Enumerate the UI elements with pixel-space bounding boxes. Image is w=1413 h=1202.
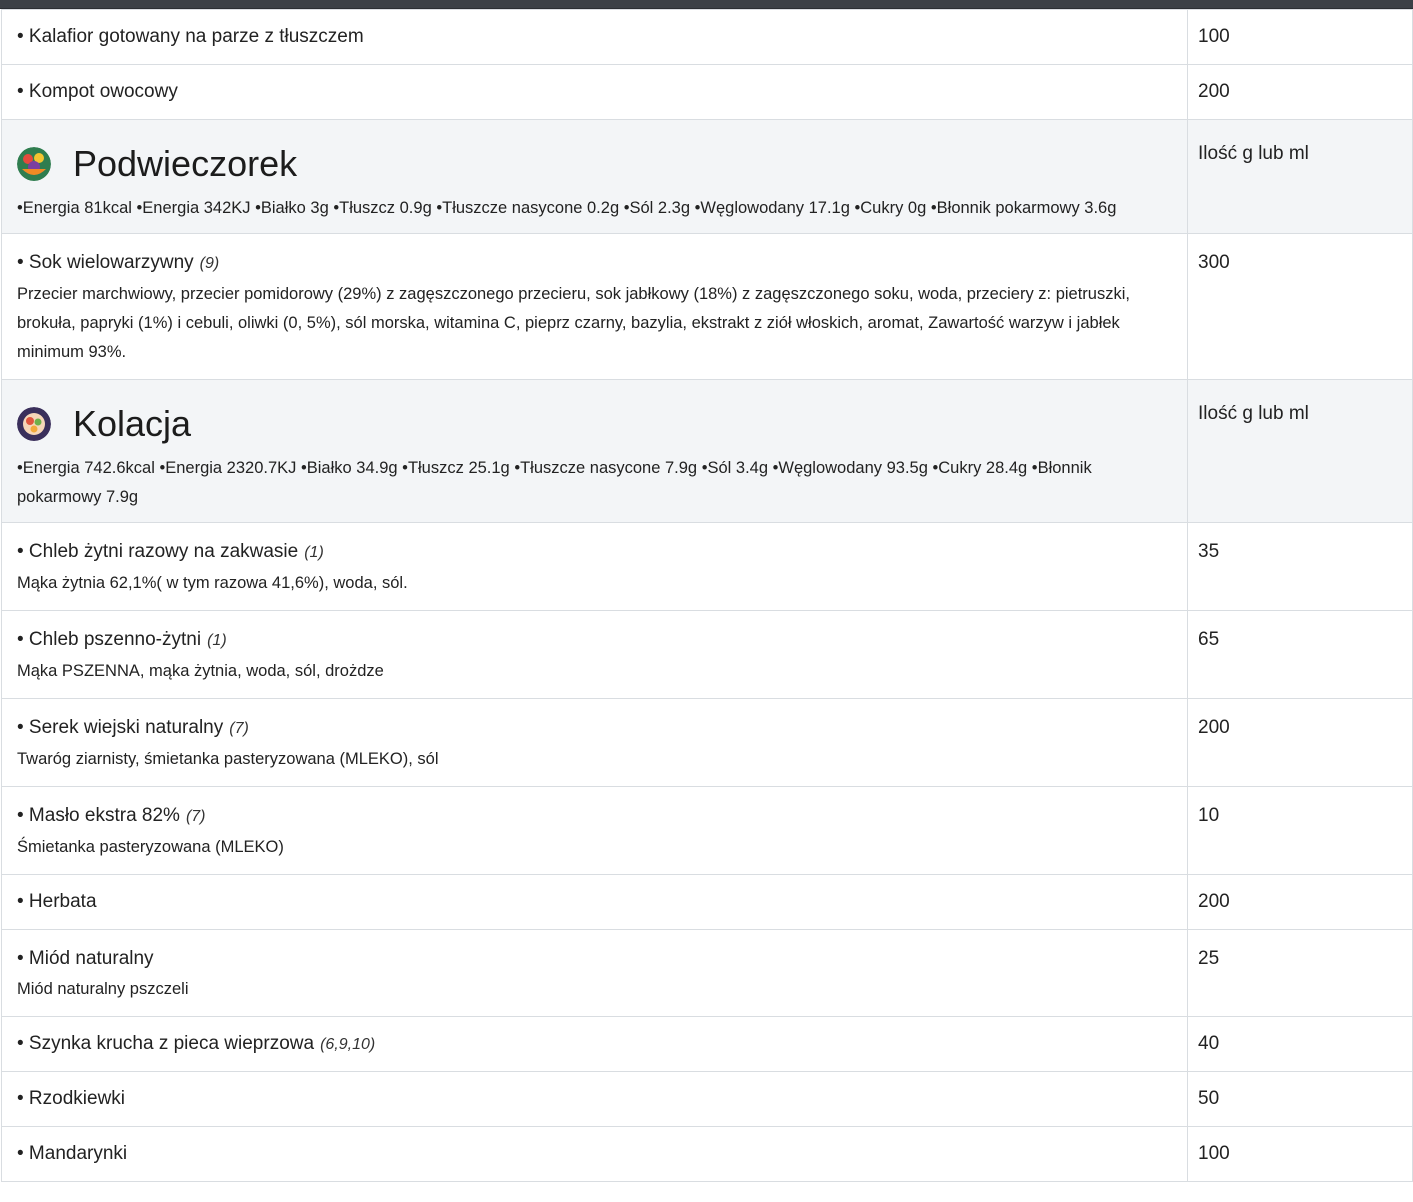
nutrition-summary: •Energia 742.6kcal •Energia 2320.7KJ •Bi…	[17, 459, 1092, 506]
table-row: • Kompot owocowy 200	[1, 64, 1413, 120]
meal-title: Podwieczorek	[73, 143, 298, 184]
table-header-bar	[0, 0, 1413, 9]
nutrition-summary: •Energia 81kcal •Energia 342KJ •Białko 3…	[17, 199, 1117, 217]
item-ingredients: Mąka PSZENNA, mąka żytnia, woda, sól, dr…	[17, 662, 384, 680]
allergen-codes: (7)	[185, 808, 206, 825]
allergen-codes: (1)	[207, 632, 227, 649]
meal-header-row: Podwieczorek •Energia 81kcal •Energia 34…	[1, 119, 1413, 234]
meal-header: Podwieczorek •Energia 81kcal •Energia 34…	[1, 119, 1188, 234]
dinner-plate-icon	[17, 407, 51, 441]
item-ingredients: Przecier marchwiowy, przecier pomidorowy…	[17, 285, 1130, 361]
table-row: • Sok wielowarzywny (9) Przecier marchwio…	[1, 233, 1413, 380]
item-name: • Serek wiejski naturalny	[17, 717, 224, 738]
item-quantity: 25	[1187, 929, 1413, 1017]
item-name: • Chleb pszenno-żytni	[17, 629, 202, 650]
item-name: • Mandarynki	[1, 1126, 1188, 1182]
allergen-codes: (9)	[199, 255, 220, 272]
item-quantity: 200	[1187, 874, 1413, 930]
table-row: • Mandarynki 100	[1, 1126, 1413, 1182]
item-ingredients: Twaróg ziarnisty, śmietanka pasteryzowan…	[17, 750, 439, 768]
table-row: • Miód naturalny Miód naturalny pszczeli…	[1, 929, 1413, 1017]
item-name: • Kompot owocowy	[1, 64, 1188, 120]
item-name: • Miód naturalny	[17, 948, 154, 969]
item-quantity: 40	[1187, 1016, 1413, 1072]
item-name: • Rzodkiewki	[1, 1071, 1188, 1127]
allergen-codes: (6,9,10)	[320, 1036, 376, 1053]
table-row: • Chleb pszenno-żytni (1) Mąka PSZENNA, m…	[1, 610, 1413, 699]
item-name: • Masło ekstra 82%	[17, 805, 180, 826]
item-quantity: 100	[1187, 9, 1413, 65]
item-quantity: 65	[1187, 610, 1413, 699]
item-name: • Kalafior gotowany na parze z tłuszczem	[1, 9, 1188, 65]
table-row: • Szynka krucha z pieca wieprzowa (6,9,10…	[1, 1016, 1413, 1072]
allergen-codes: (7)	[229, 720, 249, 737]
item-quantity: 10	[1187, 786, 1413, 875]
item-quantity: 100	[1187, 1126, 1413, 1182]
item-name: • Herbata	[1, 874, 1188, 930]
item-quantity: 200	[1187, 64, 1413, 120]
item-name: • Szynka krucha z pieca wieprzowa	[17, 1033, 315, 1054]
table-row: • Herbata 200	[1, 874, 1413, 930]
fruit-bowl-icon	[17, 147, 51, 181]
table-row: • Serek wiejski naturalny (7) Twaróg ziar…	[1, 698, 1413, 787]
table-row: • Rzodkiewki 50	[1, 1071, 1413, 1127]
table-row: • Masło ekstra 82% (7) Śmietanka pasteryz…	[1, 786, 1413, 875]
quantity-header: Ilość g lub ml	[1187, 119, 1413, 234]
item-name: • Chleb żytni razowy na zakwasie	[17, 541, 299, 562]
item-ingredients: Miód naturalny pszczeli	[17, 980, 189, 998]
table-row: • Kalafior gotowany na parze z tłuszczem…	[1, 9, 1413, 65]
meal-header: Kolacja •Energia 742.6kcal •Energia 2320…	[1, 379, 1188, 523]
item-name: • Sok wielowarzywny	[17, 252, 194, 273]
meal-header-row: Kolacja •Energia 742.6kcal •Energia 2320…	[1, 379, 1413, 523]
item-quantity: 50	[1187, 1071, 1413, 1127]
meal-title: Kolacja	[73, 403, 192, 444]
allergen-codes: (1)	[304, 544, 324, 561]
quantity-header: Ilość g lub ml	[1187, 379, 1413, 523]
item-ingredients: Mąka żytnia 62,1%( w tym razowa 41,6%), …	[17, 574, 408, 592]
item-quantity: 200	[1187, 698, 1413, 787]
menu-table: • Kalafior gotowany na parze z tłuszczem…	[1, 9, 1413, 1182]
item-quantity: 35	[1187, 522, 1413, 611]
table-row: • Chleb żytni razowy na zakwasie (1) Mąka…	[1, 522, 1413, 611]
item-ingredients: Śmietanka pasteryzowana (MLEKO)	[17, 838, 284, 856]
item-quantity: 300	[1187, 233, 1413, 380]
